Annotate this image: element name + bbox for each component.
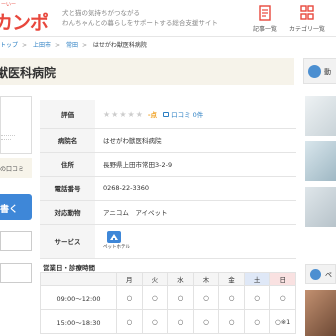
sidebar-ad-image[interactable] [305, 96, 336, 136]
pet-hotel-badge: ペットホテル [103, 231, 130, 251]
info-row-animals: 対応動物 アニコム アイペット [40, 200, 296, 225]
sidebar-pets-label: ペ [325, 271, 332, 279]
photo-placeholder-line [1, 139, 11, 140]
info-row-name: 病院名 はせがわ獣医科病院 [40, 128, 296, 153]
sidebar-right-panel-label: 動 [324, 68, 331, 76]
info-row-address: 住所 長野県上田市常田3-2-9 [40, 152, 296, 177]
service-value: ペットホテル [95, 224, 296, 259]
sidebar-ad-image[interactable] [305, 141, 336, 181]
breadcrumb-current: はせがわ獣医科病院 [92, 42, 147, 49]
name-value: はせがわ獣医科病院 [95, 128, 296, 153]
paw-icon [308, 65, 321, 78]
page-title-bar: 獣医科病院 [0, 58, 294, 85]
day-fri: 金 [218, 272, 245, 286]
paw-icon [310, 269, 321, 280]
sidebar-button[interactable] [0, 263, 32, 283]
breadcrumb-city[interactable]: 上田市 [33, 42, 51, 49]
breadcrumb-area[interactable]: 常田 [66, 42, 78, 49]
site-tagline: 犬と猫の気持ちがつながる わんちゃんとの暮らしをサポートする総合支援サイト [62, 8, 218, 28]
hours-corner [40, 272, 117, 286]
hours-cell: ○ [141, 285, 169, 310]
hours-cell: ○ [141, 309, 169, 334]
review-count-link[interactable]: 口コミ 0件 [171, 111, 203, 119]
hours-cell: ○ [269, 285, 296, 310]
day-mon: 月 [116, 272, 143, 286]
day-tue: 火 [141, 272, 169, 286]
hours-cell: ○ [218, 285, 245, 310]
name-label: 病院名 [40, 128, 95, 153]
breadcrumb-separator: > [54, 42, 61, 49]
sidebar-pet-image[interactable] [305, 290, 336, 336]
hours-cell: ○ [243, 309, 271, 334]
categories-button[interactable]: カテゴリ一覧 [286, 3, 328, 34]
sidebar-right-panel-pets[interactable]: ペ [305, 264, 336, 284]
phone-value[interactable]: 0268-22-3360 [95, 176, 296, 201]
hours-cell: ○※1 [269, 309, 296, 334]
day-wed: 水 [167, 272, 194, 286]
site-header: ーいー カンポ 犬と猫の気持ちがつながる わんちゃんとの暮らしをサポートする総合… [0, 0, 336, 37]
hours-time: 09:00～12:00 [40, 285, 117, 310]
info-row-phone: 電話番号 0268-22-3360 [40, 176, 296, 201]
page-title: 獣医科病院 [0, 66, 57, 80]
rating-label: 評価 [40, 100, 95, 129]
hours-row-morning: 09:00～12:00 ○ ○ ○ ○ ○ ○ ○ [40, 285, 296, 310]
hours-cell: ○ [116, 285, 143, 310]
hours-cell: ○ [167, 285, 194, 310]
phone-label: 電話番号 [40, 176, 95, 201]
hours-cell: ○ [167, 309, 194, 334]
breadcrumb: トップ > 上田市 > 常田 > はせがわ獣医科病院 [0, 40, 151, 50]
hours-cell: ○ [192, 309, 220, 334]
articles-button-label: 記事一覧 [252, 26, 277, 33]
pet-hotel-icon [107, 231, 121, 243]
hours-title: 営業日・診療時間 [43, 264, 95, 272]
document-icon [259, 5, 271, 21]
hospital-photo [0, 96, 32, 154]
breadcrumb-separator: > [22, 42, 28, 49]
tagline-line-1: 犬と猫の気持ちがつながる [62, 9, 140, 17]
comment-icon [163, 112, 170, 118]
breadcrumb-home[interactable]: トップ [0, 42, 18, 49]
site-logo[interactable]: カンポ [0, 8, 49, 35]
hours-cell: ○ [192, 285, 220, 310]
tagline-line-2: わんちゃんとの暮らしをサポートする総合支援サイト [62, 19, 218, 27]
day-sun: 日 [269, 272, 296, 286]
photo-placeholder-line [1, 135, 15, 136]
rating-score: -点 [147, 110, 158, 119]
hours-row-afternoon: 15:00～18:30 ○ ○ ○ ○ ○ ○ ○※1 [40, 309, 296, 334]
review-summary: の口コミ [0, 158, 32, 178]
grid-icon [300, 5, 314, 20]
hours-header-row: 月 火 水 木 金 土 日 [40, 272, 296, 286]
pet-hotel-label: ペットホテル [103, 245, 130, 250]
star-rating-icon: ★★★★★ [103, 109, 144, 119]
service-label: サービス [40, 224, 95, 259]
articles-button[interactable]: 記事一覧 [244, 3, 286, 34]
day-sat: 土 [243, 272, 271, 286]
address-label: 住所 [40, 152, 95, 177]
address-value: 長野県上田市常田3-2-9 [95, 152, 296, 177]
sidebar-button[interactable] [0, 231, 32, 251]
animals-value: アニコム アイペット [95, 200, 296, 225]
sidebar-right-panel[interactable]: 動 [303, 58, 336, 84]
rating-value: ★★★★★ -点 口コミ 0件 [95, 100, 296, 129]
hours-cell: ○ [243, 285, 271, 310]
hours-time: 15:00～18:30 [40, 309, 117, 334]
info-row-service: サービス ペットホテル [40, 224, 296, 259]
hospital-info-table: 評価 ★★★★★ -点 口コミ 0件 病院名 はせがわ獣医科病院 住所 長野県上田市… [40, 100, 296, 259]
categories-button-label: カテゴリ一覧 [288, 26, 325, 33]
hours-cell: ○ [116, 309, 143, 334]
logo-small-text: ーいー [1, 2, 17, 8]
sidebar-ad-image[interactable] [305, 187, 336, 227]
info-row-rating: 評価 ★★★★★ -点 口コミ 0件 [40, 100, 296, 129]
hours-table: 月 火 水 木 金 土 日 09:00～12:00 ○ ○ ○ ○ ○ ○ ○ … [40, 272, 296, 334]
day-thu: 木 [192, 272, 220, 286]
write-review-button[interactable]: 書く [0, 194, 32, 220]
animals-label: 対応動物 [40, 200, 95, 225]
breadcrumb-separator: > [81, 42, 87, 49]
hours-cell: ○ [218, 309, 245, 334]
